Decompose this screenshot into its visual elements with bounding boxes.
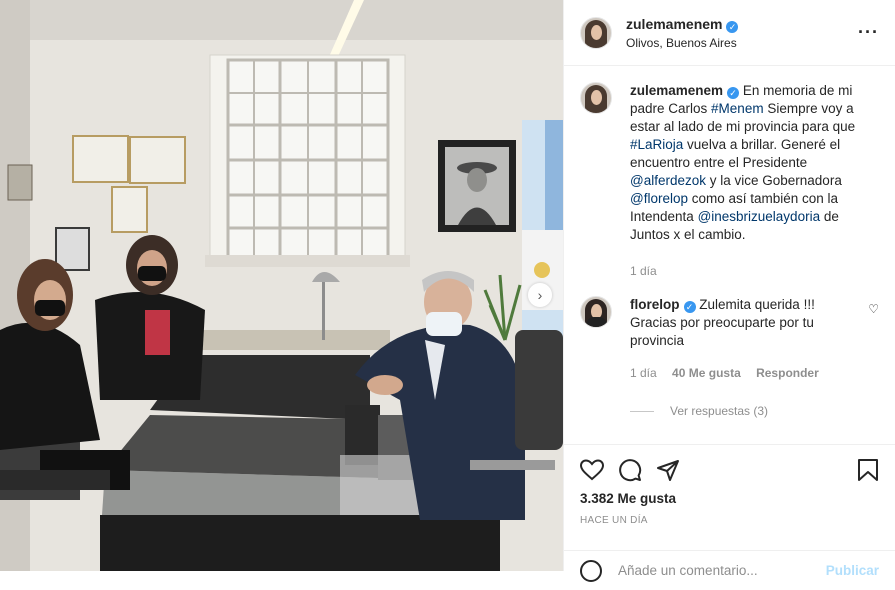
post-location[interactable]: Olivos, Buenos Aires <box>626 36 858 50</box>
caption-avatar[interactable] <box>580 82 612 114</box>
office-meeting-image <box>0 0 563 571</box>
caption: zulemamenem ✓ En memoria de mi padre Carl… <box>580 82 879 280</box>
post-photo[interactable]: › <box>0 0 563 571</box>
carousel-next-icon[interactable]: › <box>528 283 552 307</box>
author-username[interactable]: zulemamenem <box>626 16 722 32</box>
hashtag-larioja[interactable]: #LaRioja <box>630 137 683 152</box>
comment-item: florelop ✓ Zulemita querida !!! Gracias p… <box>580 296 879 382</box>
likes-count[interactable]: 3.382 Me gusta <box>580 491 879 506</box>
comments-list: zulemamenem ✓ En memoria de mi padre Carl… <box>564 66 895 444</box>
mention-alferdezok[interactable]: @alferdezok <box>630 173 706 188</box>
caption-username[interactable]: zulemamenem <box>630 83 723 98</box>
mention-inesbrizuelaydoria[interactable]: @inesbrizuelaydoria <box>698 209 821 224</box>
post-side-panel: zulemamenem ✓ Olivos, Buenos Aires ··· zu… <box>563 0 895 582</box>
commenter-avatar[interactable] <box>580 296 612 328</box>
comment-icon[interactable] <box>618 458 642 482</box>
verified-icon: ✓ <box>683 301 696 313</box>
comment-time[interactable]: 1 día <box>630 366 657 380</box>
verified-icon: ✓ <box>727 87 740 99</box>
view-replies-button[interactable]: Ver respuestas (3) <box>630 404 879 418</box>
post-actions: 3.382 Me gusta HACE UN DÍA <box>564 444 895 526</box>
view-replies-label: Ver respuestas (3) <box>670 404 769 418</box>
verified-icon: ✓ <box>726 20 739 33</box>
save-icon[interactable] <box>857 458 879 482</box>
commenter-username[interactable]: florelop <box>630 297 680 312</box>
comment-like-icon[interactable]: ♡ <box>868 302 879 382</box>
more-options-icon[interactable]: ··· <box>858 22 879 43</box>
reply-button[interactable]: Responder <box>756 366 819 380</box>
author-avatar[interactable] <box>580 16 612 49</box>
comment-likes[interactable]: 40 Me gusta <box>672 366 741 380</box>
hashtag-menem[interactable]: #Menem <box>711 101 764 116</box>
caption-time[interactable]: 1 día <box>630 264 657 278</box>
post-header: zulemamenem ✓ Olivos, Buenos Aires ··· <box>564 0 895 66</box>
caption-text-4: y la vice Gobernadora <box>706 173 842 188</box>
share-icon[interactable] <box>656 458 680 482</box>
replies-divider <box>630 410 654 412</box>
mention-florelop[interactable]: @florelop <box>630 191 688 206</box>
add-comment-bar: Añade un comentario... Publicar <box>564 550 895 590</box>
like-icon[interactable] <box>580 459 604 481</box>
post-date[interactable]: HACE UN DÍA <box>580 515 879 526</box>
instagram-post: › zulemamenem ✓ Olivos, Buenos Aires ··· … <box>0 0 895 582</box>
